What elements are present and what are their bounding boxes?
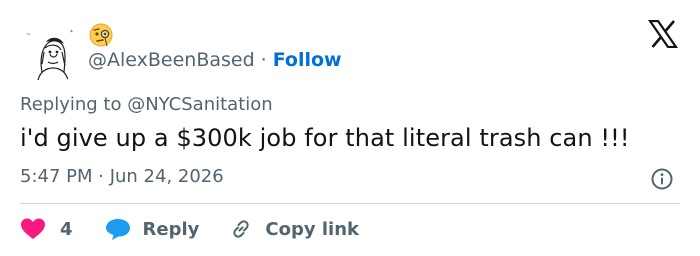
svg-text:*: * — [70, 29, 73, 36]
info-icon[interactable] — [650, 167, 674, 191]
reply-to-handle-link[interactable]: @NYCSanitation — [127, 94, 272, 115]
action-bar: 4 Reply Copy link — [20, 214, 359, 244]
svg-text:~: ~ — [26, 31, 31, 38]
reply-button[interactable]: Reply — [105, 217, 200, 241]
follow-button[interactable]: Follow — [273, 49, 342, 71]
like-button[interactable]: 4 — [20, 217, 73, 241]
like-count: 4 — [60, 218, 73, 240]
tweet-timestamp[interactable]: 5:47 PM · Jun 24, 2026 — [20, 166, 224, 187]
replying-to-label: Replying to — [20, 94, 128, 115]
link-icon — [229, 217, 253, 241]
face-with-monocle-icon — [88, 22, 114, 48]
copy-link-label: Copy link — [265, 218, 359, 240]
replying-to-line: Replying to @NYCSanitation — [20, 94, 273, 115]
tweet-text: i'd give up a $300k job for that literal… — [20, 124, 630, 152]
speech-bubble-icon — [105, 217, 131, 241]
user-handle[interactable]: @AlexBeenBased — [88, 49, 255, 71]
copy-link-button[interactable]: Copy link — [229, 217, 359, 241]
reply-label: Reply — [142, 218, 200, 240]
heart-icon — [20, 217, 46, 241]
separator-dot: · — [260, 49, 267, 71]
tweet-card: ~ * @AlexBeenBased · Follow Replying to … — [0, 0, 700, 256]
x-logo-icon[interactable] — [647, 19, 679, 49]
avatar[interactable]: ~ * — [20, 22, 82, 84]
user-handle-row: @AlexBeenBased · Follow — [88, 48, 342, 72]
divider — [20, 203, 680, 204]
